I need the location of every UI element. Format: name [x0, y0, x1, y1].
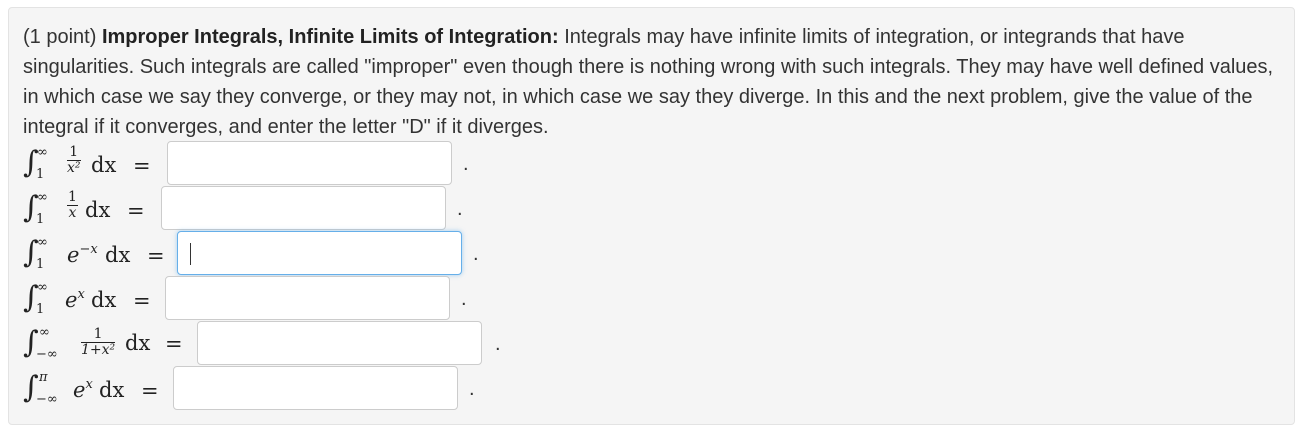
answer-input-2[interactable]	[161, 186, 446, 230]
problem-title: Improper Integrals, Infinite Limits of I…	[101, 26, 559, 48]
lower-limit: 1	[36, 212, 45, 227]
equals-sign: =	[133, 154, 151, 178]
upper-limit: ∞	[37, 145, 48, 160]
differential: dx	[99, 378, 125, 402]
points-label: (1 point)	[23, 26, 97, 48]
period: .	[469, 378, 475, 400]
fraction-numerator: 1	[81, 327, 116, 343]
period: .	[457, 198, 463, 220]
equals-sign: =	[127, 199, 145, 223]
differential: dx	[85, 198, 111, 222]
equals-sign: =	[133, 289, 151, 313]
answer-input-4[interactable]	[165, 276, 450, 320]
period: .	[495, 333, 501, 355]
lower-limit: 1	[36, 257, 45, 272]
period: .	[473, 243, 479, 265]
exp-base: e	[73, 378, 86, 402]
exp-power: x	[77, 287, 85, 302]
answer-input-1[interactable]	[167, 141, 452, 185]
problem-container: (1 point) Improper Integrals, Infinite L…	[8, 7, 1295, 425]
differential: dx	[125, 331, 151, 355]
exp-power: −x	[79, 242, 98, 257]
answer-input-3[interactable]	[177, 231, 462, 275]
fraction-denominator: x	[68, 205, 77, 221]
integrand-fraction: 1 1+x²	[81, 327, 116, 358]
integrand-exponential: ex	[65, 288, 85, 312]
fraction-numerator: 1	[67, 189, 78, 206]
fraction-denominator: x²	[67, 160, 81, 176]
equals-sign: =	[141, 379, 159, 403]
upper-limit: ∞	[39, 325, 50, 340]
exp-base: e	[65, 288, 78, 312]
differential: dx	[105, 243, 131, 267]
lower-limit: 1	[36, 302, 45, 317]
period: .	[463, 153, 469, 175]
exp-power: x	[85, 377, 93, 392]
lower-limit: −∞	[36, 347, 58, 362]
lower-limit: −∞	[36, 392, 58, 407]
differential: dx	[91, 288, 117, 312]
answer-input-5[interactable]	[197, 321, 482, 365]
integrand-fraction: 1 x²	[67, 145, 81, 176]
exp-base: e	[67, 243, 80, 267]
upper-limit: π	[39, 370, 48, 385]
equals-sign: =	[147, 244, 165, 268]
problem-statement: (1 point) Improper Integrals, Infinite L…	[23, 22, 1285, 142]
upper-limit: ∞	[37, 280, 48, 295]
integrand-exponential: e−x	[67, 243, 98, 267]
text-cursor	[190, 243, 191, 265]
differential: dx	[91, 153, 117, 177]
upper-limit: ∞	[37, 190, 48, 205]
integrand-exponential: ex	[73, 378, 93, 402]
lower-limit: 1	[36, 167, 45, 182]
answer-input-6[interactable]	[173, 366, 458, 410]
integrand-fraction: 1 x	[67, 190, 78, 221]
fraction-denominator: 1+x²	[81, 342, 116, 358]
upper-limit: ∞	[37, 235, 48, 250]
period: .	[461, 288, 467, 310]
fraction-numerator: 1	[67, 145, 81, 161]
equals-sign: =	[165, 332, 183, 356]
